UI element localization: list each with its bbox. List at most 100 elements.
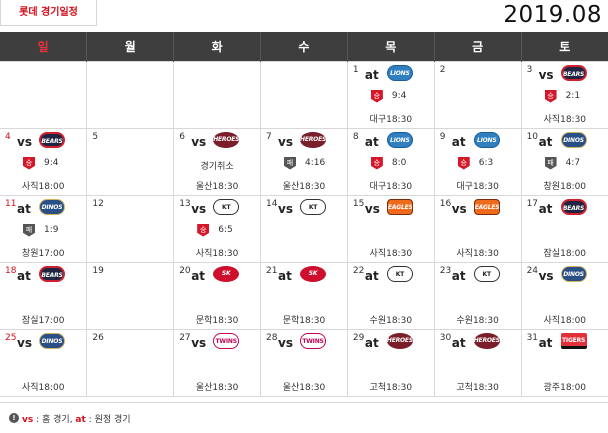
team-logo-icon[interactable]: SK (300, 265, 327, 282)
venue-time: 잠실17:00 (21, 315, 65, 326)
team-logo-icon[interactable]: DINOS (560, 265, 587, 282)
team-logo-icon[interactable]: EAGLES (473, 198, 500, 215)
calendar-day-cell: 27 vs TWINS 울산18:30 (173, 328, 262, 397)
day-number: 30 (439, 332, 452, 343)
team-logo-icon[interactable]: LIONS (386, 131, 413, 148)
calendar-day-cell: 4 vs BEARS 승 9:4 사직18:00 (0, 127, 88, 196)
calendar-day-cell: 21 at SK 문학18:30 (260, 261, 348, 330)
venue-time: 창원18:00 (543, 181, 587, 192)
match-type-label: vs (278, 201, 293, 216)
team-logo-icon[interactable]: KT (300, 198, 327, 215)
match-type-label: vs (278, 335, 293, 350)
calendar-day-cell: 18 at BEARS 잠실17:00 (0, 261, 88, 330)
day-number: 13 (179, 198, 191, 209)
match-type-label: at (364, 268, 379, 283)
calendar-day-cell: 6 vs HEROES 경기취소 울산18:30 (173, 127, 262, 196)
day-number: 8 (352, 131, 359, 142)
weekday-header: 목 (346, 32, 435, 61)
team-logo-icon[interactable]: SK (213, 265, 240, 282)
team-logo-icon[interactable]: BEARS (39, 265, 65, 282)
match-type-label: at (538, 134, 553, 149)
team-logo-icon[interactable]: KT (213, 198, 240, 215)
day-number: 10 (526, 131, 539, 142)
match-type-label: at (364, 67, 379, 82)
result-badge-icon: 패 (544, 156, 557, 170)
result-badge-icon: 승 (23, 156, 35, 170)
match-type-label: at (17, 201, 31, 216)
day-number: 1 (352, 64, 359, 75)
day-number: 7 (266, 131, 272, 142)
day-number: 4 (5, 131, 11, 142)
match-type-label: at (17, 268, 31, 283)
team-logo-icon[interactable]: DINOS (39, 332, 65, 349)
day-number: 5 (92, 131, 99, 142)
venue-time: 울산18:30 (282, 382, 326, 393)
schedule-tab-button[interactable]: 롯데 경기일정 (0, 0, 97, 26)
match-type-label: vs (364, 201, 380, 216)
game-score: 4:16 (305, 158, 326, 168)
team-logo-icon[interactable]: LIONS (386, 64, 413, 81)
calendar-week-row: 1 at LIONS 승 9:4 대구18:30 2 3 vs BEARS 승 2:1 사직18:30 (0, 60, 608, 129)
weekday-header: 수 (260, 32, 348, 61)
venue-time: 광주18:00 (543, 382, 587, 393)
game-result: 패 1:9 (23, 223, 59, 237)
team-logo-icon[interactable]: TWINS (213, 332, 240, 349)
day-number: 22 (352, 265, 365, 276)
team-logo-icon[interactable]: KT (473, 265, 500, 282)
weekday-header: 화 (173, 32, 261, 61)
day-number: 14 (266, 198, 278, 209)
calendar-day-cell: 2 (433, 60, 522, 129)
match-type-label: vs (451, 201, 467, 216)
team-logo-icon[interactable]: BEARS (560, 64, 587, 81)
day-number: 28 (266, 332, 278, 343)
day-number: 24 (526, 265, 539, 276)
result-badge-icon: 패 (23, 223, 35, 237)
calendar-day-cell (173, 60, 262, 129)
team-logo-icon[interactable]: TIGERS (560, 332, 587, 349)
calendar-day-cell: 22 at KT 수원18:30 (346, 261, 435, 330)
weekday-header: 일 (0, 32, 87, 61)
team-logo-icon[interactable]: HEROES (213, 131, 240, 148)
result-badge-icon: 승 (370, 156, 383, 170)
game-score: 4:7 (565, 158, 581, 168)
team-logo-icon[interactable]: HEROES (300, 131, 327, 148)
game-score: 9:4 (44, 158, 59, 168)
venue-time: 사직18:30 (543, 114, 587, 125)
day-number: 31 (526, 332, 539, 343)
venue-time: 고척18:30 (456, 382, 499, 393)
match-type-label: at (364, 335, 379, 350)
team-logo-icon[interactable]: BEARS (560, 198, 587, 215)
game-score: 6:5 (218, 225, 233, 235)
team-logo-icon[interactable]: HEROES (386, 332, 413, 349)
calendar-week-row: 4 vs BEARS 승 9:4 사직18:00 5 6 vs HEROES 경기취소 울산18:30… (0, 127, 608, 196)
venue-time: 수원18:30 (456, 315, 499, 326)
day-number: 19 (92, 265, 104, 276)
team-logo-icon[interactable]: HEROES (473, 332, 500, 349)
weekday-header: 금 (433, 32, 522, 61)
result-badge-icon: 승 (197, 223, 210, 237)
calendar-day-cell: 24 vs DINOS 사직18:00 (520, 261, 608, 330)
calendar-week-row: 18 at BEARS 잠실17:00 19 20 at SK 문학18:30 21 at SK 문학1… (0, 261, 608, 330)
team-logo-icon[interactable]: DINOS (39, 198, 65, 215)
calendar-day-cell: 15 vs EAGLES 사직18:30 (346, 194, 435, 263)
day-number: 3 (526, 64, 533, 75)
team-logo-icon[interactable]: EAGLES (386, 198, 413, 215)
match-type-label: vs (278, 134, 293, 149)
calendar-day-cell: 5 (86, 127, 175, 196)
calendar-day-cell: 7 vs HEROES 패 4:16 울산18:30 (260, 127, 348, 196)
match-type-label: vs (538, 67, 554, 82)
game-result: 승 9:4 (370, 89, 407, 103)
team-logo-icon[interactable]: LIONS (473, 131, 500, 148)
team-logo-icon[interactable]: BEARS (39, 131, 65, 148)
month-title: 2019.08 (503, 2, 602, 28)
team-logo-icon[interactable]: KT (386, 265, 413, 282)
game-result: 패 4:7 (544, 156, 581, 170)
team-logo-icon[interactable]: TWINS (300, 332, 327, 349)
team-logo-icon[interactable]: DINOS (560, 131, 587, 148)
match-type-label: at (538, 201, 553, 216)
match-type-label: vs (17, 335, 32, 350)
game-score: 9:4 (391, 91, 407, 101)
weekday-header: 월 (86, 32, 174, 61)
game-score: 1:9 (44, 225, 59, 235)
day-number: 6 (179, 131, 185, 142)
